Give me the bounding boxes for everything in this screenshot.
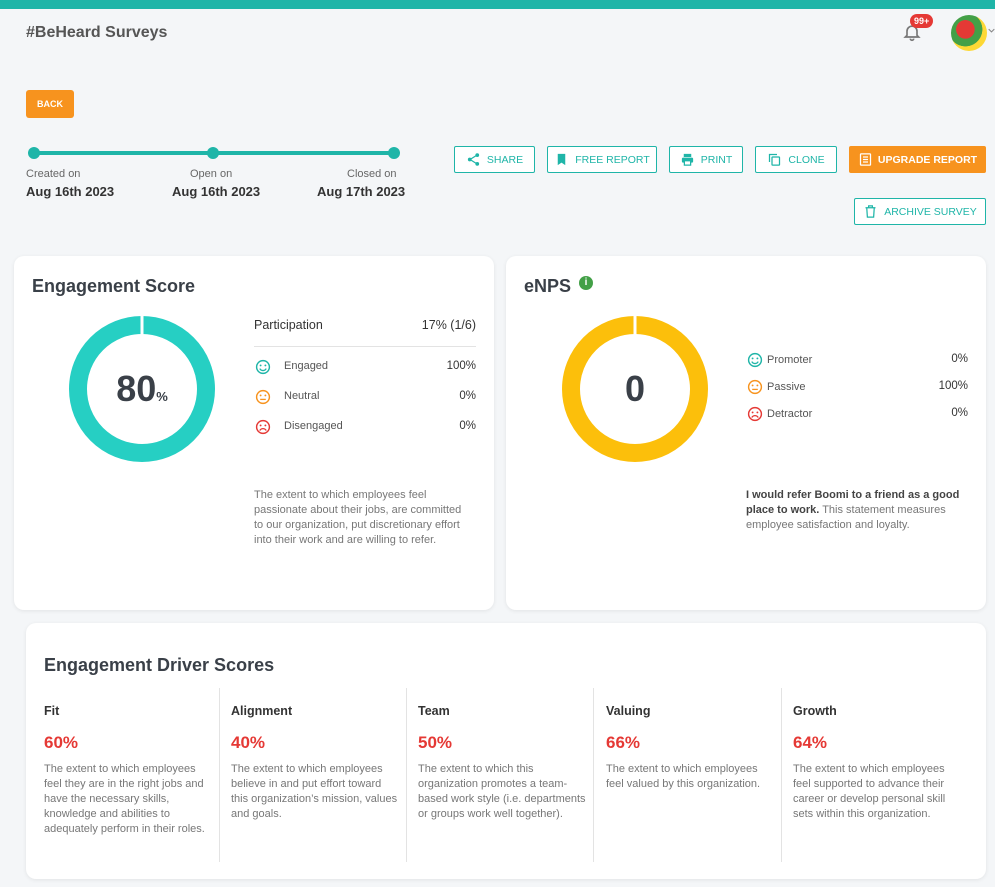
neutral-face-icon bbox=[255, 389, 271, 405]
driver-name: Valuing bbox=[606, 704, 651, 718]
avatar[interactable] bbox=[951, 15, 987, 51]
info-icon[interactable]: i bbox=[579, 276, 593, 290]
free-report-button[interactable]: FREE REPORT bbox=[547, 146, 657, 173]
passive-value: 100% bbox=[938, 380, 968, 392]
trash-icon bbox=[865, 205, 876, 218]
driver-description: The extent to which employees feel suppo… bbox=[793, 763, 946, 820]
enps-score: 0 bbox=[624, 368, 646, 409]
timeline-open-date: Aug 16th 2023 bbox=[172, 184, 261, 199]
back-button[interactable]: BACK bbox=[26, 90, 74, 118]
archive-survey-label: ARCHIVE SURVEY bbox=[884, 205, 977, 218]
timeline-open-label: Open on bbox=[190, 168, 233, 180]
printer-icon bbox=[681, 153, 693, 166]
drivers-title: Engagement Driver Scores bbox=[44, 655, 275, 675]
upgrade-report-button[interactable]: UPGRADE REPORT bbox=[849, 146, 986, 173]
print-button[interactable]: PRINT bbox=[669, 146, 743, 173]
share-icon bbox=[467, 153, 480, 166]
driver-divider bbox=[781, 688, 782, 862]
driver-description: The extent to which employees feel they … bbox=[44, 763, 205, 835]
detractor-label: Detractor bbox=[767, 408, 813, 420]
participation-divider bbox=[254, 346, 476, 347]
timeline-closed-label: Closed on bbox=[347, 168, 397, 180]
frown-icon bbox=[747, 406, 763, 422]
upgrade-report-label: UPGRADE REPORT bbox=[877, 153, 978, 166]
driver-growth: Growth 64% The extent to which employees… bbox=[793, 686, 963, 822]
driver-name: Alignment bbox=[231, 704, 293, 718]
promoter-label: Promoter bbox=[767, 354, 813, 366]
neutral-face-icon bbox=[747, 379, 763, 395]
engagement-score: 80% bbox=[67, 368, 217, 410]
driver-score: 64% bbox=[793, 733, 828, 752]
engagement-title: Engagement Score bbox=[32, 276, 196, 296]
timeline-closed-date: Aug 17th 2023 bbox=[317, 184, 406, 199]
driver-valuing: Valuing 66% The extent to which employee… bbox=[606, 686, 776, 792]
driver-score: 66% bbox=[606, 733, 641, 752]
driver-divider bbox=[219, 688, 220, 862]
timeline-created-label: Created on bbox=[26, 168, 81, 180]
driver-name: Fit bbox=[44, 704, 60, 718]
driver-score: 40% bbox=[231, 733, 266, 752]
driver-description: The extent to which this organization pr… bbox=[418, 763, 586, 820]
timeline-dot-open bbox=[207, 147, 219, 159]
disengaged-value: 0% bbox=[459, 420, 476, 432]
smile-icon bbox=[747, 352, 763, 368]
frown-icon bbox=[255, 419, 271, 435]
driver-description: The extent to which employees believe in… bbox=[231, 763, 398, 820]
clone-button[interactable]: CLONE bbox=[755, 146, 837, 173]
driver-description: The extent to which employees feel value… bbox=[606, 763, 761, 790]
disengaged-label: Disengaged bbox=[284, 420, 343, 432]
engagement-score-unit: % bbox=[156, 389, 168, 404]
app-title: #BeHeard Surveys bbox=[26, 24, 168, 41]
driver-divider bbox=[593, 688, 594, 862]
top-accent-bar bbox=[0, 0, 995, 9]
driver-name: Team bbox=[418, 704, 450, 718]
timeline-dot-created bbox=[28, 147, 40, 159]
engagement-description: The extent to which employees feel passi… bbox=[254, 489, 462, 546]
detractor-value: 0% bbox=[951, 407, 968, 419]
passive-label: Passive bbox=[767, 381, 806, 393]
engaged-label: Engaged bbox=[284, 360, 329, 372]
timeline-created-date: Aug 16th 2023 bbox=[26, 184, 115, 199]
free-report-label: FREE REPORT bbox=[575, 153, 650, 166]
clone-label: CLONE bbox=[788, 153, 825, 166]
driver-score: 50% bbox=[418, 733, 453, 752]
neutral-label: Neutral bbox=[284, 390, 320, 402]
neutral-value: 0% bbox=[459, 390, 476, 402]
bookmark-icon bbox=[558, 153, 566, 166]
report-icon bbox=[859, 153, 872, 166]
driver-fit: Fit 60% The extent to which employees fe… bbox=[44, 686, 214, 837]
promoter-value: 0% bbox=[951, 353, 968, 365]
engagement-score-number: 80 bbox=[116, 368, 157, 409]
driver-alignment: Alignment 40% The extent to which employ… bbox=[231, 686, 401, 822]
archive-survey-button[interactable]: ARCHIVE SURVEY bbox=[854, 198, 986, 225]
share-button[interactable]: SHARE bbox=[454, 146, 535, 173]
share-label: SHARE bbox=[486, 153, 524, 166]
smile-icon bbox=[255, 359, 271, 375]
driver-team: Team 50% The extent to which this organi… bbox=[418, 686, 588, 822]
chevron-down-icon[interactable] bbox=[988, 27, 995, 34]
print-label: PRINT bbox=[700, 153, 733, 166]
participation-value: 17% (1/6) bbox=[421, 318, 476, 332]
driver-score: 60% bbox=[44, 733, 79, 752]
timeline-dot-closed bbox=[388, 147, 400, 159]
enps-title: eNPS bbox=[524, 276, 572, 296]
enps-statement: I would refer Boomi to a friend as a goo… bbox=[746, 488, 971, 533]
notification-badge: 99+ bbox=[910, 14, 934, 28]
driver-name: Growth bbox=[793, 704, 837, 718]
copy-icon bbox=[769, 153, 781, 166]
engaged-value: 100% bbox=[446, 360, 476, 372]
driver-divider bbox=[406, 688, 407, 862]
participation-label: Participation bbox=[254, 318, 323, 332]
